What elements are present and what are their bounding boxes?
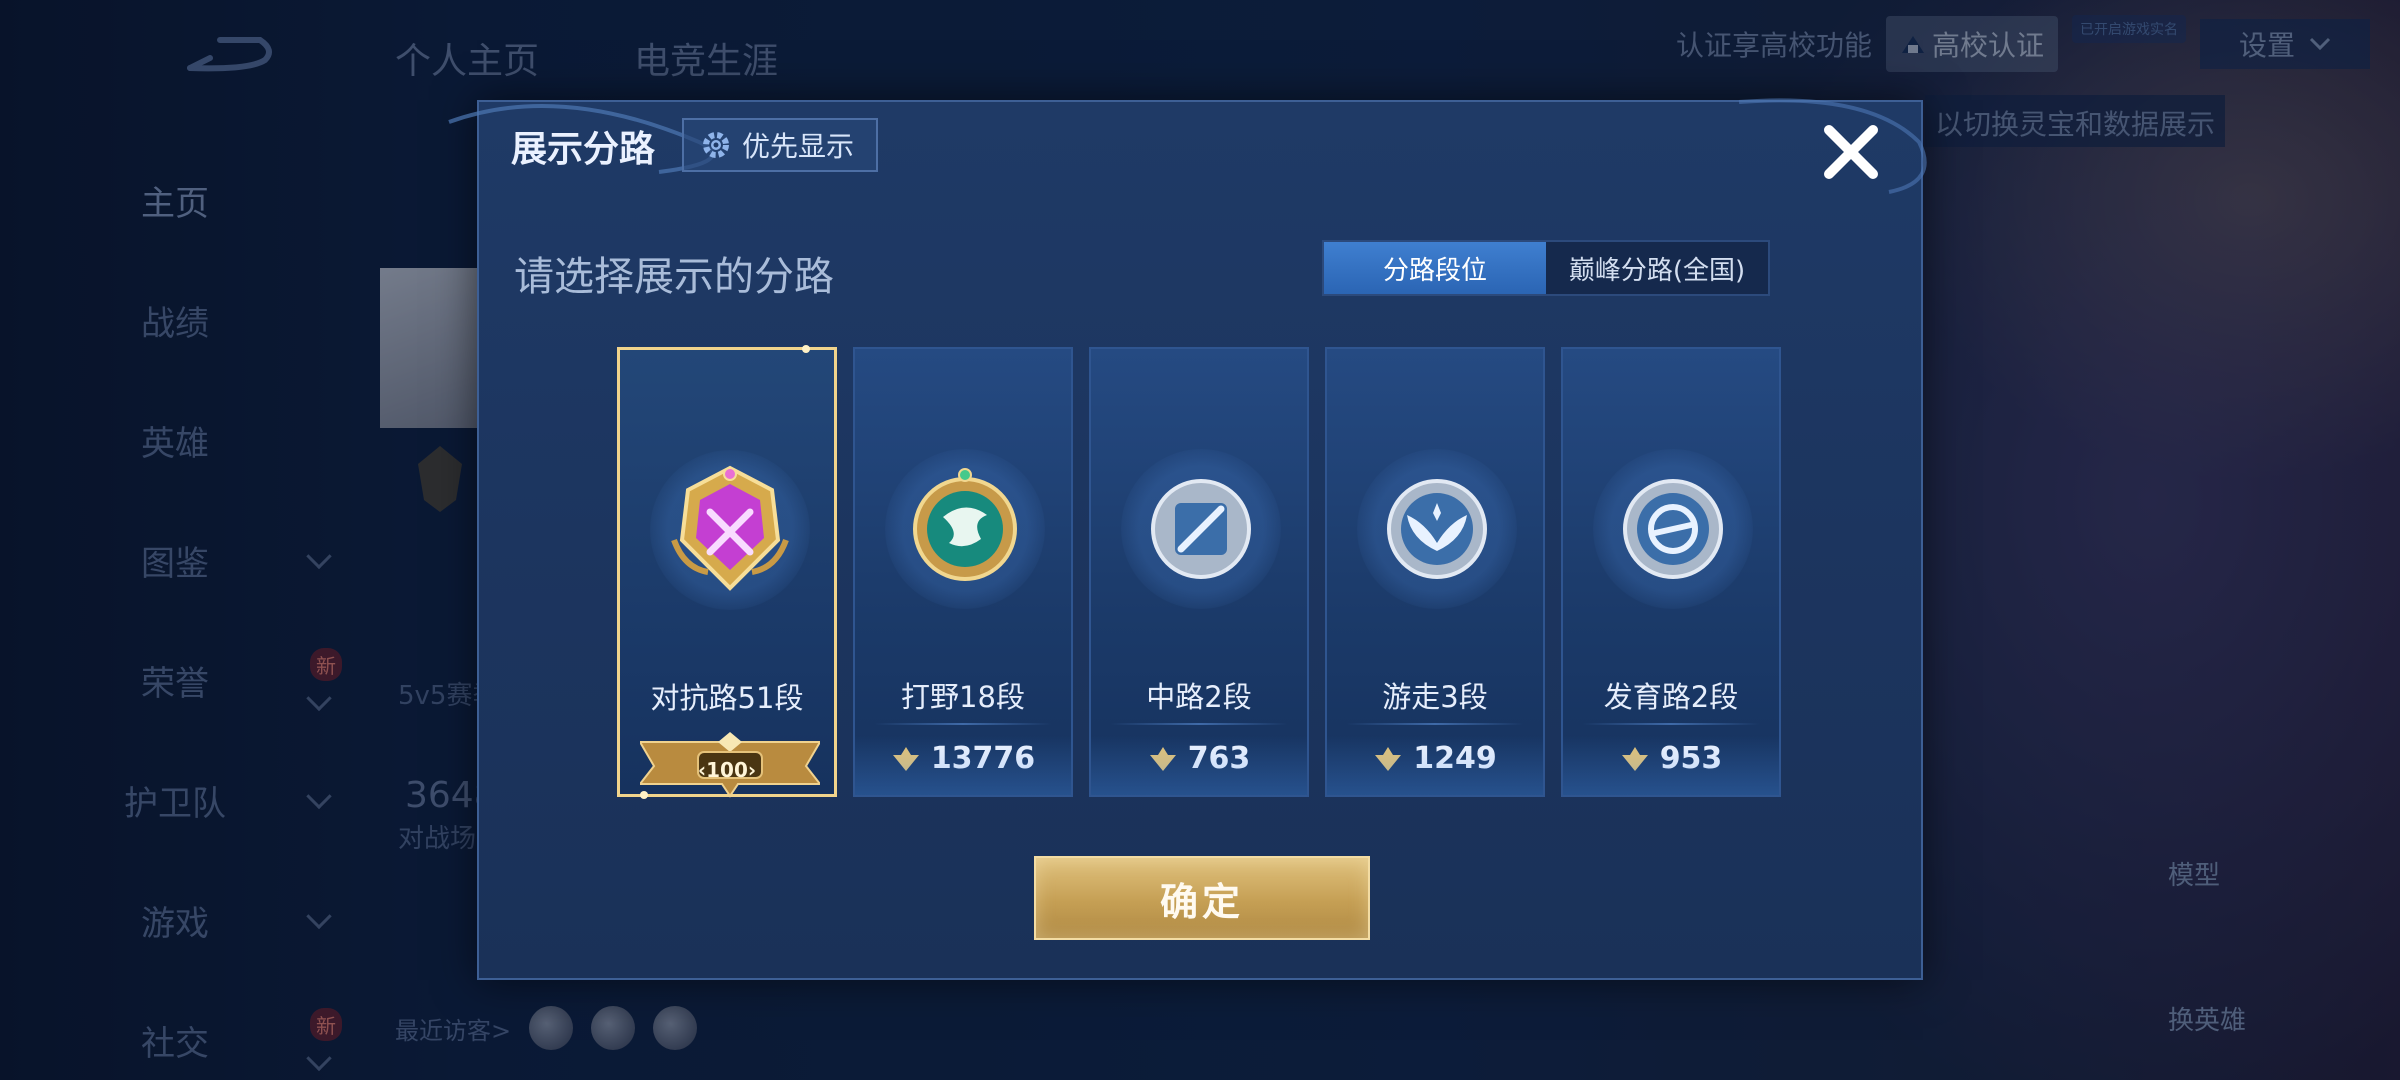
purple-emblem-icon [671,465,789,591]
dialog-header: 展示分路 优先显示 [479,102,1921,192]
lane-display-dialog: 展示分路 优先显示 请选择展示的分路 分路段位 巅峰分路(全国) 对抗路51段 … [448,98,1927,980]
lane-mode-toggle: 分路段位 巅峰分路(全国) [1322,240,1770,296]
gear-icon [703,132,729,158]
mid-emblem-icon [1151,479,1251,579]
confirm-button[interactable]: 确定 [1034,856,1370,940]
dialog-title: 展示分路 [511,129,656,170]
tab-lane-rank[interactable]: 分路段位 [1324,242,1546,294]
dragon-emblem-icon [913,468,1017,581]
card-glow [1091,735,1307,795]
lane-name: 打野18段 [901,680,1025,714]
select-lane-label: 请选择展示的分路 [514,254,834,300]
lane-name: 对抗路51段 [650,681,804,715]
divider [875,723,1051,725]
star-count: ‹100› [697,758,757,782]
lane-card-top[interactable]: 对抗路51段 ‹100› [617,345,837,799]
card-glow [1327,735,1543,795]
swirl-emblem-icon [1623,479,1723,579]
lane-card-mid[interactable]: 中路2段 763 [1089,347,1309,797]
divider [1583,723,1759,725]
lane-card-jungle[interactable]: 打野18段 13776 [853,347,1073,797]
corner-ornament [802,345,810,353]
priority-display-label: 优先显示 [742,130,855,163]
divider [1347,723,1523,725]
lane-name: 中路2段 [1146,680,1252,714]
card-glow [1563,735,1779,795]
lane-cards: 对抗路51段 ‹100› 打野18段 13776 [617,345,1781,799]
lane-card-farm[interactable]: 发育路2段 953 [1561,347,1781,797]
close-icon[interactable] [1811,112,1891,192]
priority-display-button[interactable]: 优先显示 [682,118,879,172]
divider [1111,723,1287,725]
card-glow [855,735,1071,795]
lane-name: 游走3段 [1382,680,1488,714]
wing-emblem-icon [1387,479,1487,579]
lane-card-roam[interactable]: 游走3段 1249 [1325,347,1545,797]
lane-name: 发育路2段 [1603,680,1739,714]
tab-peak-lane[interactable]: 巅峰分路(全国) [1546,242,1768,294]
